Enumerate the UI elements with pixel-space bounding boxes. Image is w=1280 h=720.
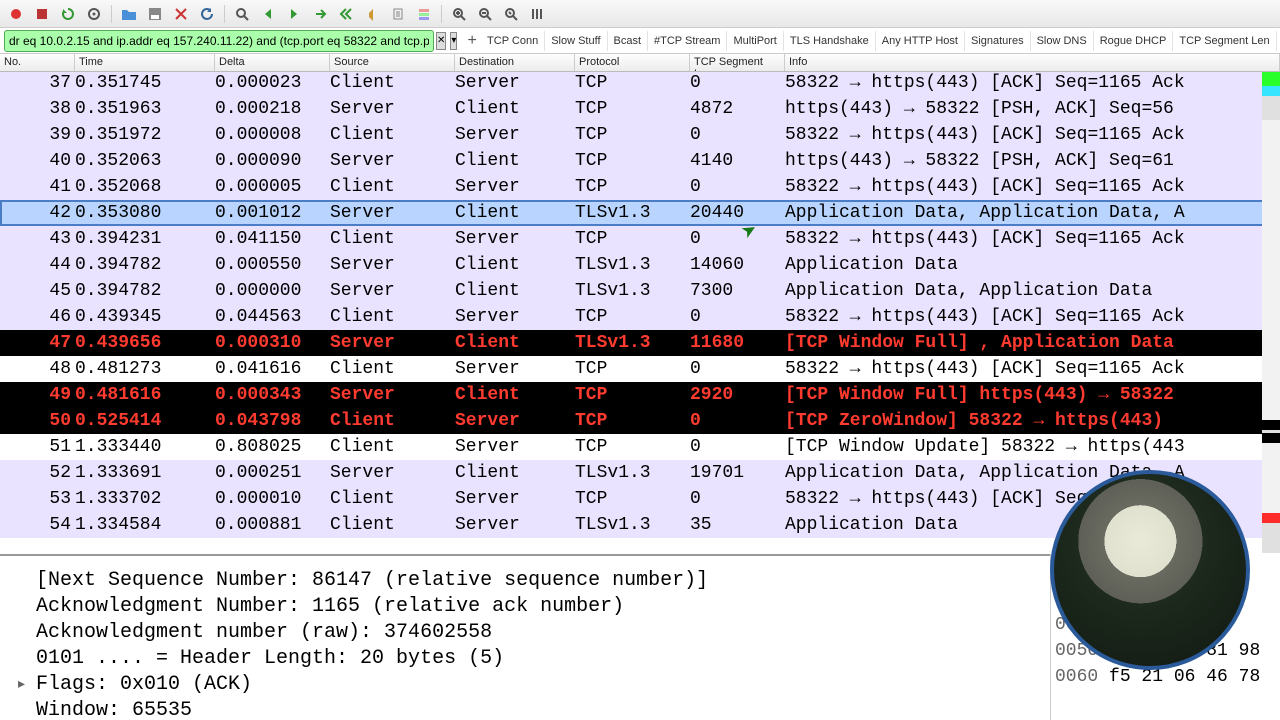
filter-preset[interactable]: Bcast [608, 31, 649, 51]
filter-preset[interactable]: TCP Conn [481, 31, 545, 51]
filter-preset[interactable]: Slow Stuff [545, 31, 607, 51]
back-icon[interactable] [256, 3, 280, 25]
packet-row[interactable]: 480.4812730.041616ClientServerTCP058322 … [0, 356, 1280, 382]
packet-list[interactable]: 360.3517210.003804ServerClientTLSv1.3160… [0, 72, 1280, 554]
filter-preset[interactable]: Rogue DHCP [1094, 31, 1174, 51]
packet-minimap[interactable] [1262, 72, 1280, 553]
resize-cols-icon[interactable] [525, 3, 549, 25]
filter-preset[interactable]: Subnet Filter [1277, 31, 1280, 51]
zoom-reset-icon[interactable] [499, 3, 523, 25]
col-segment-len: TCP Segment Len [690, 54, 785, 71]
packet-row[interactable]: 430.3942310.041150ClientServerTCP058322 … [0, 226, 1280, 252]
filter-preset[interactable]: #TCP Stream [648, 31, 727, 51]
packet-row[interactable]: 400.3520630.000090ServerClientTCP4140htt… [0, 148, 1280, 174]
col-source: Source [330, 54, 455, 71]
packet-row[interactable]: 450.3947820.000000ServerClientTLSv1.3730… [0, 278, 1280, 304]
col-info: Info [785, 54, 1280, 71]
zoom-in-icon[interactable] [447, 3, 471, 25]
filter-dropdown-button[interactable]: ▾ [450, 32, 457, 50]
packet-row[interactable]: 410.3520680.000005ClientServerTCP058322 … [0, 174, 1280, 200]
packet-row[interactable]: 420.3530800.001012ServerClientTLSv1.3204… [0, 200, 1280, 226]
packet-row[interactable]: 460.4393450.044563ClientServerTCP058322 … [0, 304, 1280, 330]
restart-icon[interactable] [56, 3, 80, 25]
col-no: No. [0, 54, 75, 71]
col-delta: Delta [215, 54, 330, 71]
packet-row[interactable]: 440.3947820.000550ServerClientTLSv1.3140… [0, 252, 1280, 278]
packet-row[interactable]: 511.3334400.808025ClientServerTCP0[TCP W… [0, 434, 1280, 460]
filter-bar: ✕ ▾ + TCP ConnSlow StuffBcast#TCP Stream… [0, 28, 1280, 54]
colorize-icon[interactable] [412, 3, 436, 25]
find-icon[interactable] [230, 3, 254, 25]
record-icon[interactable] [4, 3, 28, 25]
packet-row[interactable]: 370.3517450.000023ClientServerTCP058322 … [0, 72, 1280, 96]
packet-row[interactable]: 500.5254140.043798ClientServerTCP0[TCP Z… [0, 408, 1280, 434]
col-time: Time [75, 54, 215, 71]
filter-preset-bar: TCP ConnSlow StuffBcast#TCP StreamMultiP… [481, 31, 1280, 51]
settings-icon[interactable] [82, 3, 106, 25]
filter-preset[interactable]: MultiPort [727, 31, 783, 51]
display-filter-input[interactable] [4, 30, 434, 52]
col-destination: Destination [455, 54, 575, 71]
packet-row[interactable]: 521.3336910.000251ServerClientTLSv1.3197… [0, 460, 1280, 486]
packet-list-header[interactable]: No. Time Delta Source Destination Protoc… [0, 54, 1280, 72]
filter-preset[interactable]: TCP Segment Len [1173, 31, 1276, 51]
packet-row[interactable]: 380.3519630.000218ServerClientTCP4872htt… [0, 96, 1280, 122]
filter-preset[interactable]: Any HTTP Host [876, 31, 965, 51]
forward-icon[interactable] [282, 3, 306, 25]
jump-icon[interactable] [308, 3, 332, 25]
filter-preset[interactable]: Signatures [965, 31, 1031, 51]
packet-row[interactable]: 490.4816160.000343ServerClientTCP2920[TC… [0, 382, 1280, 408]
filter-add-button[interactable]: + [467, 32, 477, 50]
close-icon[interactable] [169, 3, 193, 25]
filter-preset[interactable]: Slow DNS [1031, 31, 1094, 51]
filter-clear-button[interactable]: ✕ [436, 32, 446, 50]
save-icon[interactable] [143, 3, 167, 25]
zoom-out-icon[interactable] [473, 3, 497, 25]
packet-row[interactable]: 390.3519720.000008ClientServerTCP058322 … [0, 122, 1280, 148]
packet-row[interactable]: 470.4396560.000310ServerClientTLSv1.3116… [0, 330, 1280, 356]
filter-preset[interactable]: TLS Handshake [784, 31, 876, 51]
first-icon[interactable] [334, 3, 358, 25]
webcam-overlay [1050, 470, 1250, 670]
stop-icon[interactable] [30, 3, 54, 25]
autoscroll-icon[interactable] [386, 3, 410, 25]
open-icon[interactable] [117, 3, 141, 25]
last-icon[interactable] [360, 3, 384, 25]
col-protocol: Protocol [575, 54, 690, 71]
reload-icon[interactable] [195, 3, 219, 25]
main-toolbar [0, 0, 1280, 28]
